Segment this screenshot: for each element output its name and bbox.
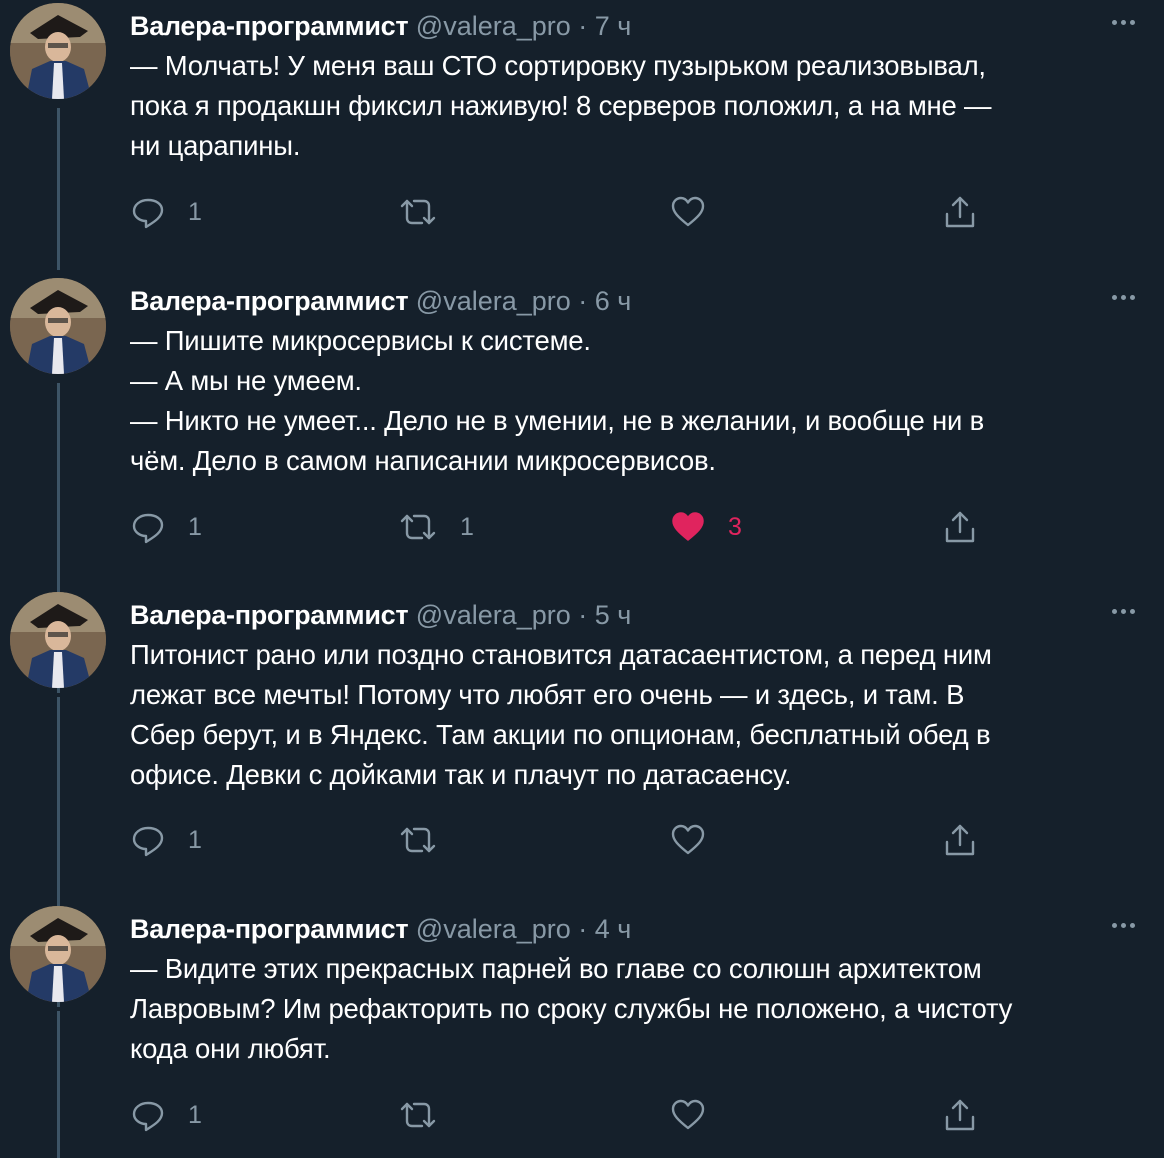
avatar[interactable] — [10, 592, 106, 688]
retweet-icon — [400, 1102, 436, 1128]
tweet-actions: 1 — [130, 820, 1140, 860]
avatar-image — [10, 3, 106, 99]
heart-icon — [671, 824, 705, 855]
tweet-text: Питонист рано или поздно становится дата… — [130, 639, 992, 790]
like-button[interactable] — [670, 820, 728, 860]
tweet-header: Валера-программист @valera_pro · 4 ч — [130, 911, 631, 947]
share-button[interactable] — [942, 192, 978, 232]
share-button[interactable] — [942, 1095, 978, 1135]
tweet-actions: 1 — [130, 1095, 1140, 1135]
retweet-button[interactable] — [398, 820, 460, 860]
tweet-actions: 1 — [130, 192, 1140, 232]
author-handle[interactable]: @valera_pro — [416, 11, 571, 41]
reply-button[interactable]: 1 — [130, 820, 202, 860]
retweet-icon — [400, 827, 436, 853]
thread-line — [57, 1011, 60, 1158]
retweet-button[interactable] — [398, 1095, 460, 1135]
more-options-icon[interactable] — [1105, 915, 1141, 935]
tweet-header: Валера-программист @valera_pro · 7 ч — [130, 8, 631, 44]
more-options-icon[interactable] — [1105, 12, 1141, 32]
reply-count: 1 — [188, 197, 202, 226]
like-button[interactable] — [670, 192, 728, 232]
author-name[interactable]: Валера-программист — [130, 11, 409, 41]
avatar[interactable] — [10, 906, 106, 1002]
heart-icon — [671, 1099, 705, 1130]
tweet-text: — Пишите микросервисы к системе. — А мы … — [130, 325, 985, 476]
reply-count: 1 — [188, 512, 202, 541]
author-handle[interactable]: @valera_pro — [416, 600, 571, 630]
author-name[interactable]: Валера-программист — [130, 600, 409, 630]
retweet-count: 1 — [460, 512, 474, 541]
share-icon — [945, 511, 975, 543]
share-icon — [945, 824, 975, 856]
like-button[interactable] — [670, 1095, 728, 1135]
timestamp[interactable]: · 6 ч — [578, 286, 631, 316]
avatar-image — [10, 592, 106, 688]
reply-button[interactable]: 1 — [130, 192, 202, 232]
timestamp[interactable]: · 7 ч — [578, 11, 631, 41]
share-icon — [945, 1099, 975, 1131]
timestamp[interactable]: · 4 ч — [578, 914, 631, 944]
retweet-icon — [400, 199, 436, 225]
timestamp[interactable]: · 5 ч — [578, 600, 631, 630]
heart-icon — [671, 196, 705, 227]
more-options-icon[interactable] — [1105, 287, 1141, 307]
tweet-text: — Видите этих прекрасных парней во главе… — [130, 953, 1013, 1064]
avatar[interactable] — [10, 3, 106, 99]
retweet-button[interactable]: 1 — [398, 507, 474, 547]
tweet-header: Валера-программист @valera_pro · 6 ч — [130, 283, 631, 319]
reply-button[interactable]: 1 — [130, 507, 202, 547]
reply-icon — [132, 826, 164, 857]
reply-icon — [132, 513, 164, 544]
tweet-header: Валера-программист @valera_pro · 5 ч — [130, 597, 631, 633]
share-button[interactable] — [942, 507, 978, 547]
like-count: 3 — [728, 512, 742, 541]
author-name[interactable]: Валера-программист — [130, 914, 409, 944]
author-name[interactable]: Валера-программист — [130, 286, 409, 316]
reply-icon — [132, 1101, 164, 1132]
retweet-button[interactable] — [398, 192, 460, 232]
tweet-actions: 1 1 3 — [130, 507, 1140, 547]
more-options-icon[interactable] — [1105, 601, 1141, 621]
share-icon — [945, 196, 975, 228]
share-button[interactable] — [942, 820, 978, 860]
author-handle[interactable]: @valera_pro — [416, 286, 571, 316]
reply-icon — [132, 198, 164, 229]
reply-count: 1 — [188, 1100, 202, 1129]
reply-count: 1 — [188, 825, 202, 854]
author-handle[interactable]: @valera_pro — [416, 914, 571, 944]
thread-line — [57, 108, 60, 270]
like-button[interactable]: 3 — [670, 507, 742, 547]
avatar-image — [10, 278, 106, 374]
avatar[interactable] — [10, 278, 106, 374]
reply-button[interactable]: 1 — [130, 1095, 202, 1135]
avatar-image — [10, 906, 106, 1002]
heart-filled-icon — [672, 512, 704, 541]
tweet-text: — Молчать! У меня ваш СТО сортировку пуз… — [130, 50, 992, 161]
retweet-icon — [400, 514, 436, 540]
